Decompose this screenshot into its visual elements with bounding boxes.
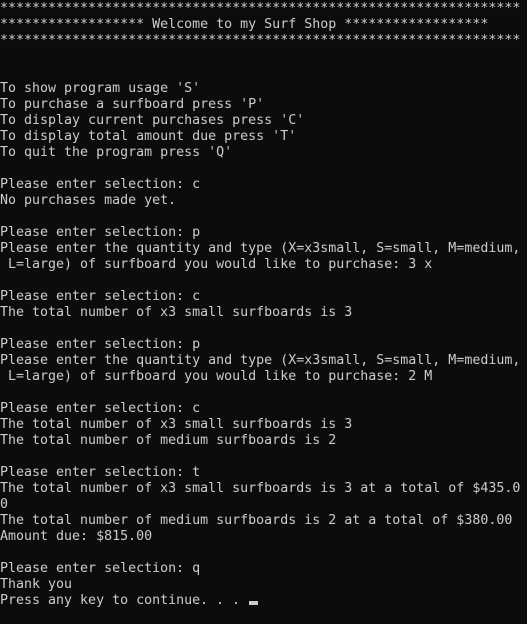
console-line: The total number of x3 small surfboards …: [0, 417, 527, 433]
console-line-text: The total number of medium surfboards is…: [0, 513, 513, 528]
console-line-text: Thank you: [0, 577, 73, 592]
console-line: To display total amount due press 'T': [0, 129, 527, 145]
console-line-text: 0: [0, 497, 9, 512]
console-line: L=large) of surfboard you would like to …: [0, 257, 527, 273]
console-line: ****************************************…: [0, 1, 527, 17]
console-line-text: To purchase a surfboard press 'P': [0, 97, 265, 112]
console-line-text: ****************************************…: [0, 33, 521, 48]
console-line-text: Please enter the quantity and type (X=x3…: [0, 353, 521, 368]
console-window[interactable]: ****************************************…: [0, 0, 527, 624]
console-line: To display current purchases press 'C': [0, 113, 527, 129]
console-line-text: To display current purchases press 'C': [0, 113, 305, 128]
console-line: The total number of medium surfboards is…: [0, 433, 527, 449]
console-line-text: To quit the program press 'Q': [0, 145, 233, 160]
console-line-text: The total number of medium surfboards is…: [0, 433, 337, 448]
console-line: To quit the program press 'Q': [0, 145, 527, 161]
console-line: Please enter selection: c: [0, 289, 527, 305]
console-line-text: Please enter selection: q: [0, 561, 201, 576]
console-line-text: Please enter selection: p: [0, 337, 201, 352]
console-line-text: ****************** Welcome to my Surf Sh…: [0, 17, 489, 32]
text-cursor: [249, 601, 259, 605]
console-line: Thank you: [0, 577, 527, 593]
console-line: ****************** Welcome to my Surf Sh…: [0, 17, 527, 33]
console-line: Please enter selection: p: [0, 337, 527, 353]
console-line-text: The total number of x3 small surfboards …: [0, 481, 521, 496]
console-line: Please enter selection: c: [0, 401, 527, 417]
console-line-text: The total number of x3 small surfboards …: [0, 417, 353, 432]
console-line-text: Please enter the quantity and type (X=x3…: [0, 241, 521, 256]
console-line: No purchases made yet.: [0, 193, 527, 209]
console-line: Please enter selection: q: [0, 561, 527, 577]
console-line: Press any key to continue. . .: [0, 593, 527, 609]
console-line-text: Please enter selection: c: [0, 401, 201, 416]
console-line-text: ****************************************…: [0, 1, 521, 16]
console-output: ****************************************…: [0, 1, 527, 609]
console-line: The total number of x3 small surfboards …: [0, 305, 527, 321]
console-line: To purchase a surfboard press 'P': [0, 97, 527, 113]
console-line-text: L=large) of surfboard you would like to …: [0, 257, 433, 272]
console-line-text: Please enter selection: c: [0, 177, 201, 192]
console-line-text: Please enter selection: c: [0, 289, 201, 304]
console-line: Please enter selection: p: [0, 225, 527, 241]
console-line-text: To display total amount due press 'T': [0, 129, 297, 144]
console-line-text: The total number of x3 small surfboards …: [0, 305, 353, 320]
console-line: To show program usage 'S': [0, 81, 527, 97]
console-line-text: Please enter selection: p: [0, 225, 201, 240]
console-line: Please enter selection: c: [0, 177, 527, 193]
console-line-text: Please enter selection: t: [0, 465, 201, 480]
console-line: The total number of medium surfboards is…: [0, 513, 527, 529]
console-line: 0: [0, 497, 527, 513]
console-line-text: Press any key to continue. . .: [0, 593, 249, 608]
console-line: Please enter selection: t: [0, 465, 527, 481]
console-line-text: L=large) of surfboard you would like to …: [0, 369, 433, 384]
console-line-text: Amount due: $815.00: [0, 529, 153, 544]
console-line: Please enter the quantity and type (X=x3…: [0, 241, 527, 257]
console-line: L=large) of surfboard you would like to …: [0, 369, 527, 385]
console-line-text: No purchases made yet.: [0, 193, 177, 208]
console-line: ****************************************…: [0, 33, 527, 49]
console-line: Amount due: $815.00: [0, 529, 527, 545]
console-line: Please enter the quantity and type (X=x3…: [0, 353, 527, 369]
console-line-text: To show program usage 'S': [0, 81, 201, 96]
console-line: The total number of x3 small surfboards …: [0, 481, 527, 497]
